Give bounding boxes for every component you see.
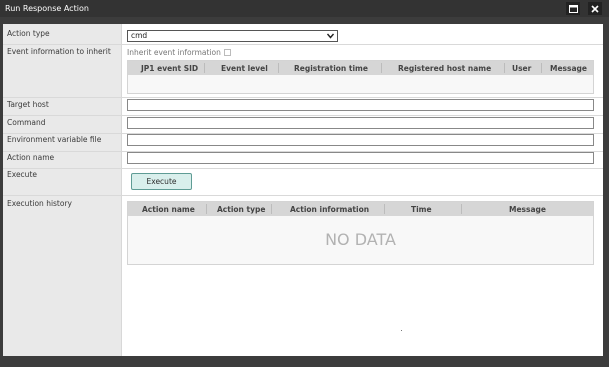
column-separator (278, 63, 279, 73)
maximize-button[interactable] (566, 2, 580, 15)
column-header-action-type[interactable]: Action type (217, 205, 265, 214)
env-file-input[interactable] (127, 134, 594, 146)
column-header-time[interactable]: Time (411, 205, 432, 214)
column-separator (271, 204, 272, 214)
row-divider (3, 44, 603, 45)
column-separator (381, 63, 382, 73)
target-host-input[interactable] (127, 99, 594, 111)
history-table-header: Action name Action type Action informati… (128, 202, 593, 216)
close-icon (591, 4, 599, 13)
action-name-input[interactable] (127, 152, 594, 164)
execute-button[interactable]: Execute (131, 173, 192, 190)
column-separator (384, 204, 385, 214)
execute-label: Execute (7, 170, 37, 179)
column-header-sid[interactable]: JP1 event SID (141, 64, 198, 73)
column-separator (504, 63, 505, 73)
title-bar: Run Response Action (0, 0, 609, 17)
command-label: Command (7, 118, 46, 127)
column-header-action-info[interactable]: Action information (290, 205, 369, 214)
execution-history-table: Action name Action type Action informati… (127, 201, 594, 265)
execution-history-label: Execution history (7, 199, 72, 208)
row-divider (3, 97, 603, 98)
dialog-content: Action type Event information to inherit… (3, 24, 603, 356)
event-table-header: JP1 event SID Event level Registration t… (128, 61, 593, 75)
no-data-message: NO DATA (325, 230, 396, 249)
column-separator (541, 63, 542, 73)
column-header-action-name[interactable]: Action name (142, 205, 195, 214)
column-header-registered-host[interactable]: Registered host name (398, 64, 491, 73)
action-type-select[interactable]: cmd (127, 30, 338, 42)
column-header-message[interactable]: Message (550, 64, 587, 73)
column-separator (206, 204, 207, 214)
row-divider (3, 195, 603, 196)
window-title: Run Response Action (5, 4, 89, 13)
inherit-event-checkbox[interactable] (224, 49, 231, 56)
command-input[interactable] (127, 117, 594, 129)
action-name-label: Action name (7, 153, 55, 162)
row-divider (3, 115, 603, 116)
action-type-label: Action type (7, 29, 50, 38)
run-response-action-window: Run Response Action Action type Event in… (0, 0, 609, 367)
label-column (3, 24, 122, 356)
action-type-value: cmd (131, 31, 148, 40)
column-header-user[interactable]: User (512, 64, 531, 73)
column-header-registration-time[interactable]: Registration time (294, 64, 368, 73)
column-header-history-message[interactable]: Message (509, 205, 546, 214)
event-info-table: JP1 event SID Event level Registration t… (127, 60, 594, 94)
target-host-label: Target host (7, 100, 49, 109)
row-divider (3, 168, 603, 169)
column-separator (204, 63, 205, 73)
event-info-label: Event information to inherit (7, 47, 111, 56)
env-file-label: Environment variable file (7, 135, 102, 144)
stray-pixel (401, 330, 402, 331)
inherit-event-label: Inherit event information (127, 48, 221, 57)
chevron-down-icon (327, 33, 334, 39)
close-button[interactable] (588, 2, 602, 15)
maximize-icon (568, 4, 578, 13)
column-header-event-level[interactable]: Event level (221, 64, 268, 73)
column-separator (461, 204, 462, 214)
